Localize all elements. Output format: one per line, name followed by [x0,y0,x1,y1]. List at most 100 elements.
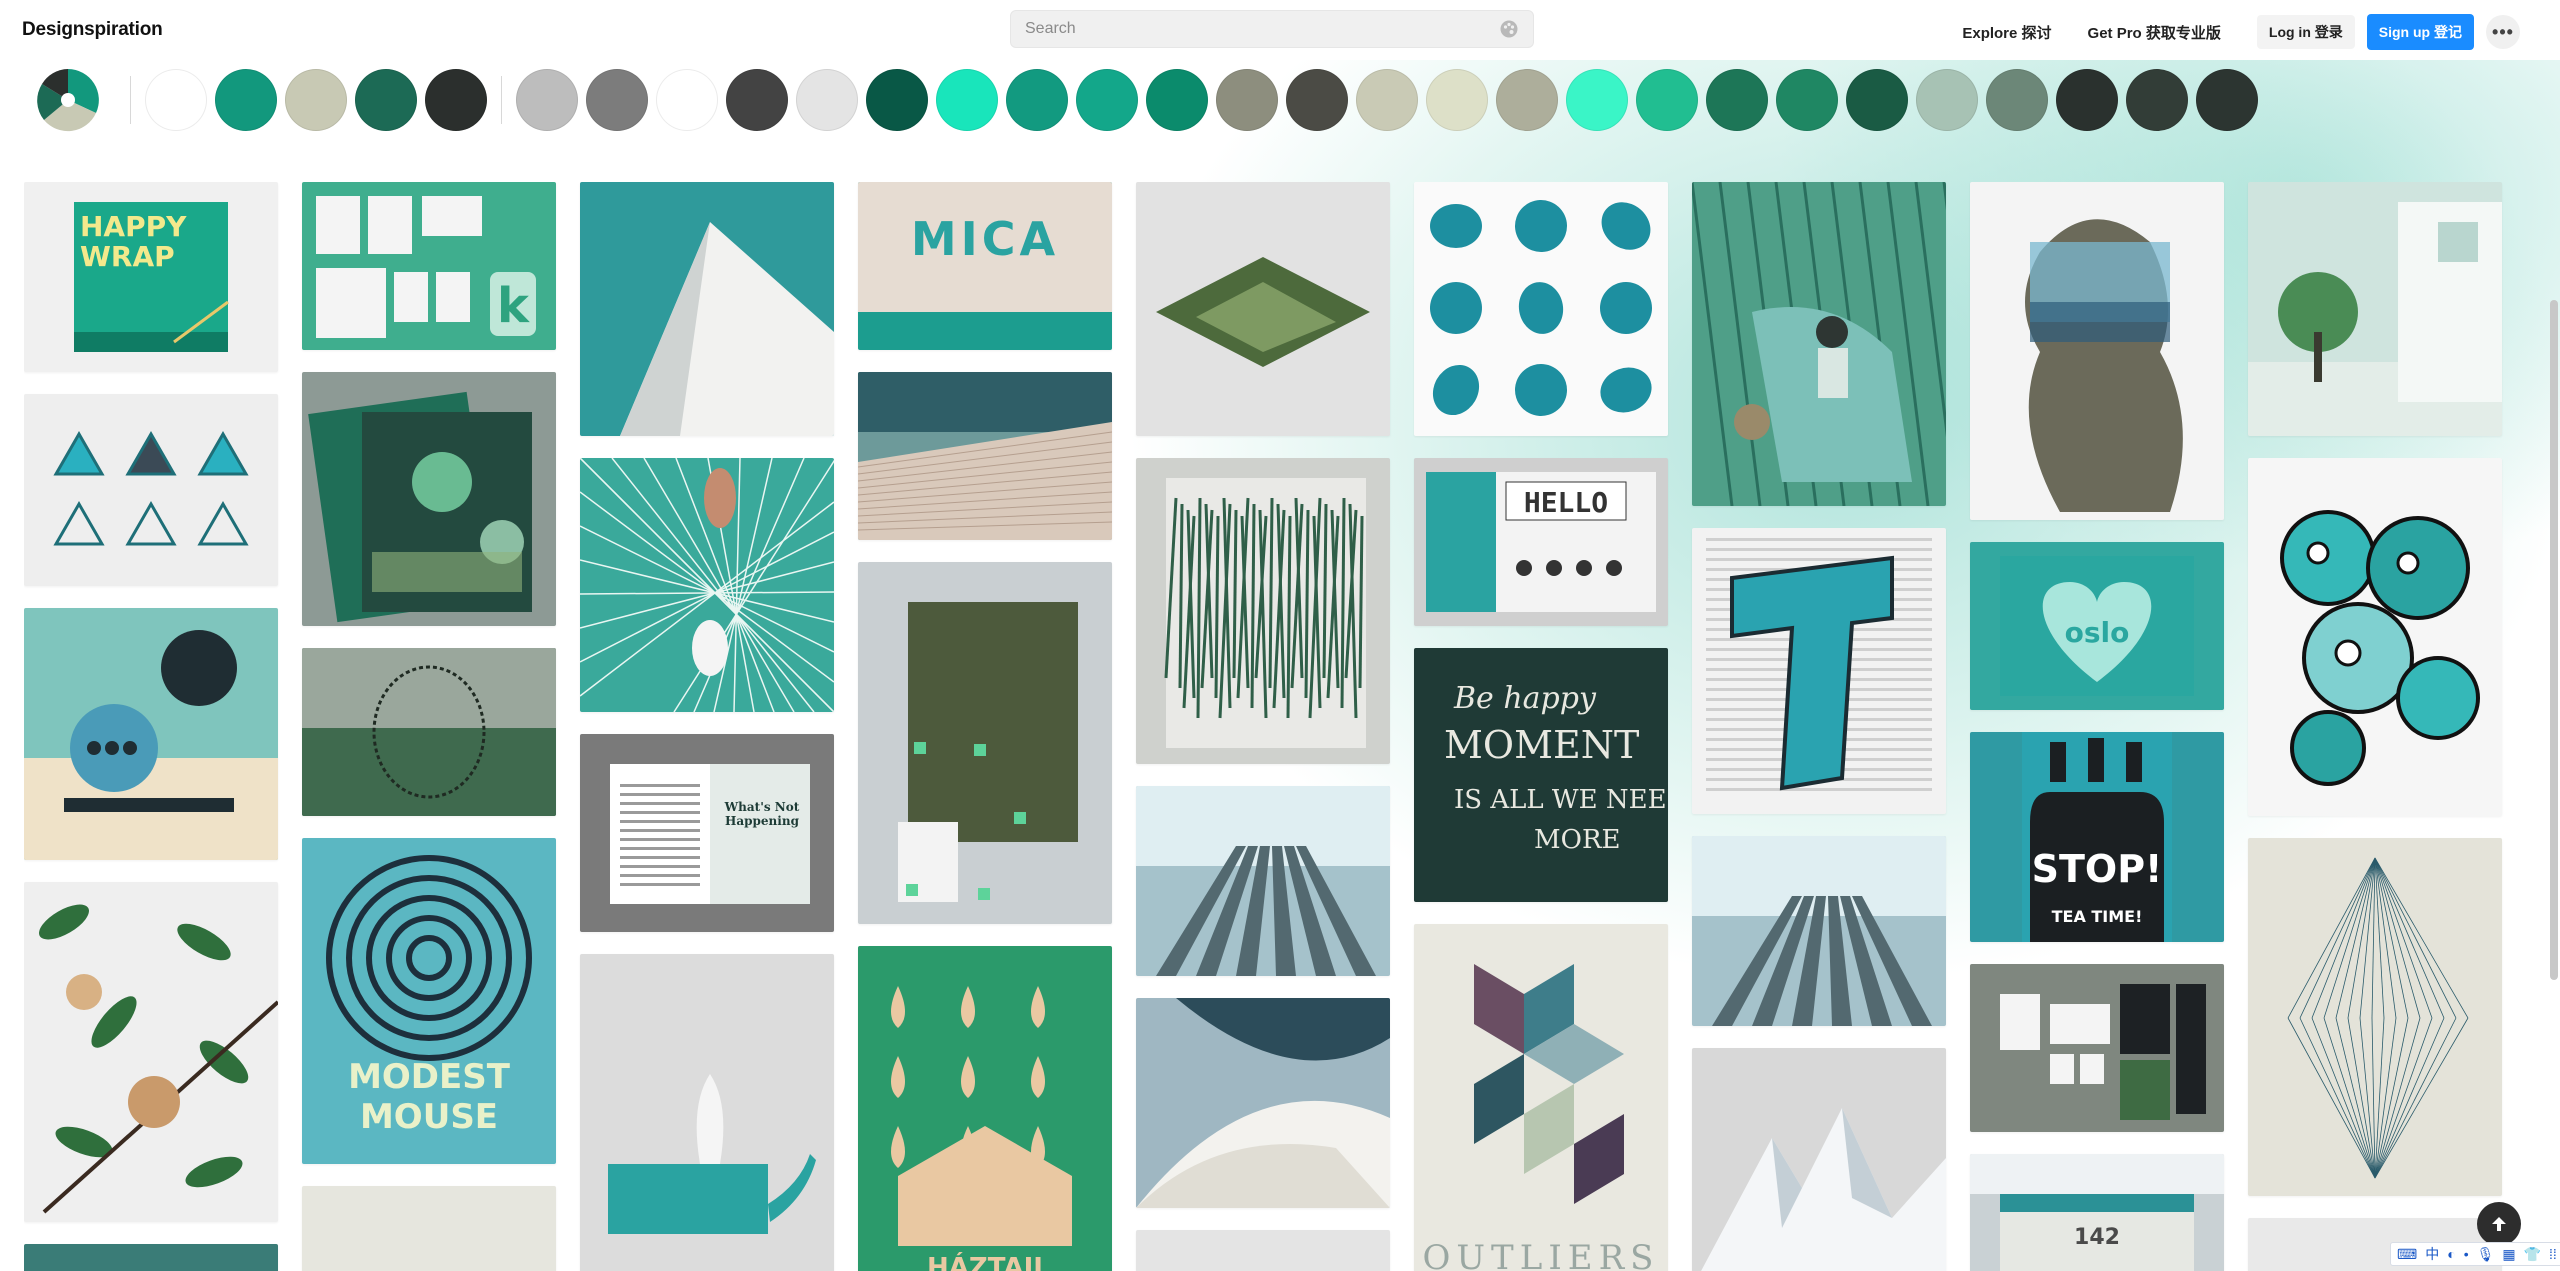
pin-image-tile[interactable] [1692,1048,1946,1271]
explore-link[interactable]: Explore 探讨 [1950,16,2063,49]
pin-image-tile[interactable] [1136,786,1390,976]
color-swatch[interactable] [656,69,718,131]
color-swatch[interactable] [2126,69,2188,131]
color-swatch[interactable] [1006,69,1068,131]
color-swatch[interactable] [1636,69,1698,131]
pin-image-tile[interactable] [1970,182,2224,520]
pin-image-tile[interactable] [858,562,1112,924]
pin-image-tile[interactable] [2248,182,2502,436]
color-swatch[interactable] [1986,69,2048,131]
tile-artwork [1136,1230,1390,1271]
color-swatch[interactable] [936,69,998,131]
pin-image-tile[interactable]: MICA [858,182,1112,350]
search-box[interactable] [1010,10,1534,48]
pin-image-tile[interactable] [1136,998,1390,1208]
color-swatch[interactable] [866,69,928,131]
tile-artwork [1136,786,1390,976]
pin-image-tile[interactable] [1136,182,1390,436]
pin-image-tile[interactable] [580,182,834,436]
tile-artwork [2280,510,2480,786]
get-pro-link[interactable]: Get Pro 获取专业版 [2076,16,2233,49]
pin-image-tile[interactable] [302,372,556,626]
color-swatch[interactable] [1496,69,1558,131]
color-swatch[interactable] [1146,69,1208,131]
ime-dot-icon[interactable]: • [2464,1246,2469,1262]
pin-image-tile[interactable]: STOP! TEA TIME! [1970,732,2224,942]
ime-shirt-icon[interactable]: 👕 [2524,1246,2541,1263]
login-button[interactable]: Log in 登录 [2256,15,2355,49]
color-swatch[interactable] [1916,69,1978,131]
ime-keyboard-icon[interactable]: ⌨ [2397,1246,2417,1263]
pin-image-tile[interactable] [302,648,556,816]
color-swatch[interactable] [215,69,277,131]
color-swatch[interactable] [1706,69,1768,131]
pin-image-tile[interactable]: MODEST MOUSE [302,838,556,1164]
tile-artwork: STOP! TEA TIME! [2022,732,2172,942]
color-palette-icon[interactable] [1499,19,1519,39]
pin-image-tile[interactable]: OUTLIERS [1414,924,1668,1271]
ime-grid-icon[interactable]: ▦ [2502,1246,2515,1263]
pin-image-tile[interactable] [1692,182,1946,506]
pin-image-tile[interactable] [858,372,1112,540]
color-swatch[interactable] [1286,69,1348,131]
color-swatch[interactable] [1566,69,1628,131]
pin-image-tile[interactable]: oslo [1970,542,2224,710]
svg-text:MOMENT: MOMENT [1444,723,1639,767]
pin-image-tile[interactable] [302,1186,556,1271]
pin-image-tile[interactable]: HELLO [1414,458,1668,626]
pin-image-tile[interactable] [24,1244,278,1271]
ime-moon-icon[interactable]: ◐ [2447,1246,2455,1262]
ime-toolbar[interactable]: ⌨ 中 ◐ • 🎙 ▦ 👕 ⁞⁞ [2390,1242,2560,1266]
color-swatch[interactable] [145,69,207,131]
color-swatch[interactable] [586,69,648,131]
pin-image-tile[interactable] [2248,458,2502,816]
pin-image-tile[interactable]: HÁZTAJI [858,946,1112,1271]
color-swatch[interactable] [2196,69,2258,131]
tile-artwork [2248,202,2502,436]
ime-mic-icon[interactable]: 🎙 [2477,1246,2495,1263]
pin-image-tile[interactable]: HAPPY WRAP [24,182,278,372]
scroll-to-top-button[interactable] [2477,1202,2521,1246]
pin-image-tile[interactable] [2248,838,2502,1196]
color-swatch[interactable] [285,69,347,131]
site-logo[interactable]: Designspiration [22,19,163,41]
pin-image-tile[interactable] [24,608,278,860]
pin-image-tile[interactable]: What's Not Happening [580,734,834,932]
pin-image-tile[interactable] [1692,528,1946,814]
tile-label: What's Not Happening [724,800,800,828]
color-swatch[interactable] [1776,69,1838,131]
color-swatch[interactable] [516,69,578,131]
signup-button[interactable]: Sign up 登记 [2366,14,2474,50]
pin-image-tile[interactable]: 142 [1970,1154,2224,1271]
color-swatch[interactable] [1426,69,1488,131]
color-swatch[interactable] [726,69,788,131]
page-scrollbar[interactable] [2550,300,2558,980]
tile-artwork [620,222,834,436]
color-swatch[interactable] [1076,69,1138,131]
ime-apps-icon[interactable]: ⁞⁞ [2549,1246,2557,1262]
pin-image-tile[interactable] [24,394,278,586]
pin-image-tile[interactable] [1136,1230,1390,1271]
pin-image-tile[interactable] [580,458,834,712]
pin-image-tile[interactable] [1136,458,1390,764]
color-swatch[interactable] [796,69,858,131]
pin-image-tile[interactable] [1692,836,1946,1026]
pin-image-tile[interactable] [1414,182,1668,436]
color-swatch[interactable] [425,69,487,131]
pin-image-tile[interactable]: k [302,182,556,350]
ime-language-label[interactable]: 中 [2425,1244,2439,1264]
color-wheel-icon[interactable] [36,68,100,132]
pin-image-tile[interactable] [1970,964,2224,1132]
pin-image-tile[interactable] [24,882,278,1222]
swatch-group-secondary [516,69,2266,131]
tile-artwork: Be happy MOMENT IS ALL WE NEED MORE [1444,681,1668,855]
color-swatch[interactable] [1846,69,1908,131]
color-swatch[interactable] [1356,69,1418,131]
more-options-button[interactable]: ••• [2486,15,2520,49]
search-input[interactable] [1025,20,1499,38]
pin-image-tile[interactable] [580,954,834,1271]
color-swatch[interactable] [1216,69,1278,131]
pin-image-tile[interactable]: Be happy MOMENT IS ALL WE NEED MORE [1414,648,1668,902]
color-swatch[interactable] [2056,69,2118,131]
color-swatch[interactable] [355,69,417,131]
